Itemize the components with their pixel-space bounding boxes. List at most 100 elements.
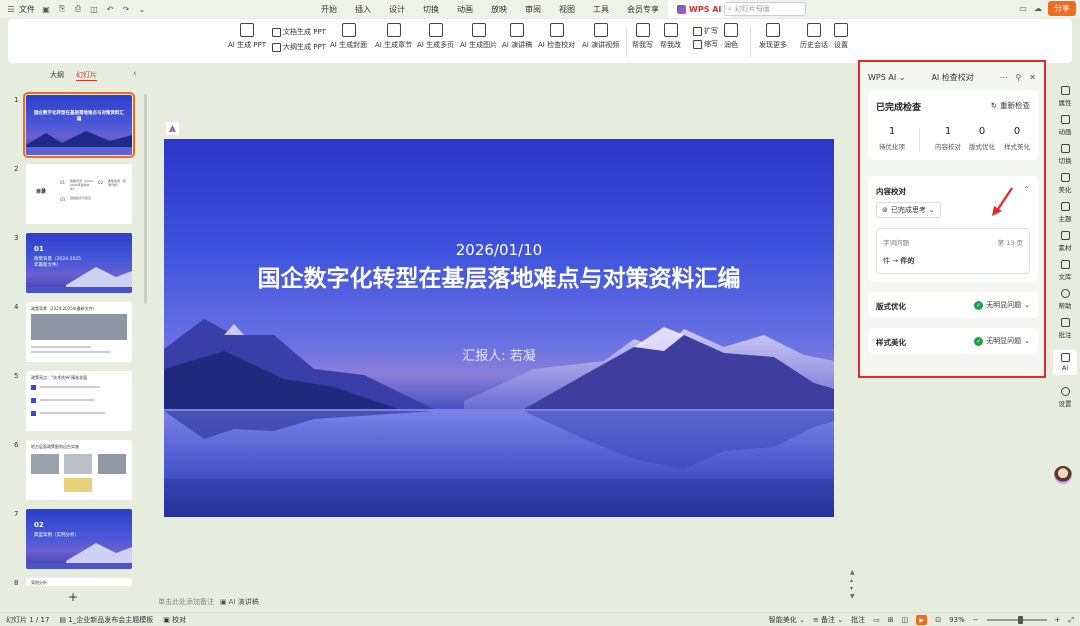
rewrite-for-me-button[interactable]: 帮我改 bbox=[660, 23, 681, 50]
ai-speech-button[interactable]: AI 演讲稿 bbox=[502, 23, 532, 50]
search-input[interactable]: ⌕ 幻灯片母版 bbox=[724, 2, 806, 16]
slide-thumbnail-3[interactable]: 01 政策背景（2024-2025年最新文件） bbox=[26, 233, 132, 293]
tab-slides[interactable]: 幻灯片 bbox=[76, 70, 97, 81]
ai-multipage-button[interactable]: AI 生成多页 bbox=[417, 23, 454, 50]
polish-button[interactable]: 润色 bbox=[724, 23, 738, 50]
zoom-in-icon[interactable]: + bbox=[1055, 616, 1061, 624]
scroll-arrows[interactable]: ▲ ▴ ▾ ▼ bbox=[850, 569, 855, 601]
pin-icon[interactable]: ⚲ bbox=[1015, 73, 1021, 82]
tab-design[interactable]: 设计 bbox=[380, 0, 414, 18]
outline-to-ppt-button[interactable]: 大纲生成 PPT bbox=[272, 42, 326, 52]
slide-thumbnail-5[interactable]: 政策亮点：“技术扶持”精准发展 bbox=[26, 371, 132, 431]
slide-title[interactable]: 国企数字化转型在基层落地难点与对策资料汇编 bbox=[224, 263, 774, 295]
slide-reporter[interactable]: 汇报人: 若凝 bbox=[164, 345, 834, 364]
ai-video-button[interactable]: AI 演讲视频 bbox=[582, 23, 619, 50]
zoom-slider[interactable] bbox=[986, 616, 1047, 624]
sidebar-item-theme[interactable]: 主题 bbox=[1050, 202, 1080, 223]
fullscreen-icon[interactable]: ⤢ bbox=[1068, 616, 1074, 625]
tab-insert[interactable]: 插入 bbox=[346, 0, 380, 18]
scrollbar[interactable] bbox=[144, 94, 147, 304]
export-icon[interactable]: ⎘ bbox=[57, 4, 67, 14]
shrink-button[interactable]: 缩写 bbox=[693, 39, 718, 49]
ai-chapter-button[interactable]: AI 生成章节 bbox=[375, 23, 412, 50]
recheck-button[interactable]: ↻ 重新检查 bbox=[991, 100, 1030, 111]
chevron-up-icon[interactable]: ⌃ bbox=[1023, 185, 1030, 194]
collapse-icon[interactable]: ‹ bbox=[133, 69, 137, 79]
discover-more-button[interactable]: 发现更多 bbox=[759, 23, 787, 50]
preview-icon[interactable]: ◫ bbox=[89, 4, 99, 14]
window-icon[interactable]: ▭ bbox=[1018, 4, 1028, 14]
thinking-dropdown[interactable]: ⊚ 已完成思考 ⌄ bbox=[876, 202, 941, 218]
sidebar-item-animation[interactable]: 动画 bbox=[1050, 115, 1080, 136]
tab-wps-ai[interactable]: WPS AI bbox=[668, 0, 731, 18]
ai-speech-note-button[interactable]: ▣ AI 演讲稿 bbox=[220, 597, 259, 607]
sidebar-item-library[interactable]: 文库 bbox=[1050, 260, 1080, 281]
play-slideshow-button[interactable]: ▶ bbox=[916, 615, 928, 625]
current-slide[interactable]: 2026/01/10 国企数字化转型在基层落地难点与对策资料汇编 汇报人: 若凝 bbox=[164, 139, 834, 517]
more-chevron-icon[interactable]: ⌄ bbox=[137, 4, 147, 14]
print-icon[interactable]: ⎙ bbox=[73, 4, 83, 14]
expand-button[interactable]: 扩写 bbox=[693, 26, 718, 36]
tab-view[interactable]: 视图 bbox=[550, 0, 584, 18]
tab-home[interactable]: 开始 bbox=[312, 0, 346, 18]
ai-generate-ppt-button[interactable]: AI 生成 PPT bbox=[228, 23, 266, 50]
slide-date[interactable]: 2026/01/10 bbox=[164, 241, 834, 259]
fit-window-icon[interactable]: ⊡ bbox=[935, 616, 941, 624]
issue-item[interactable]: 字词问题 第 13 页 件 → 件的 bbox=[876, 228, 1030, 274]
tab-tools[interactable]: 工具 bbox=[584, 0, 618, 18]
tab-member[interactable]: 会员专享 bbox=[618, 0, 668, 18]
file-menu[interactable]: ☰ 文件 bbox=[6, 4, 35, 15]
tab-animation[interactable]: 动画 bbox=[448, 0, 482, 18]
ai-image-button[interactable]: AI 生成图片 bbox=[460, 23, 497, 50]
sidebar-item-assets[interactable]: 素材 bbox=[1050, 231, 1080, 252]
slide-thumbnail-7[interactable]: 02 典型案例（实例分析） bbox=[26, 509, 132, 569]
smart-beautify-button[interactable]: 智能美化 ⌄ bbox=[769, 615, 805, 625]
sidebar-item-properties[interactable]: 属性 bbox=[1050, 86, 1080, 107]
comments-button[interactable]: 批注 bbox=[851, 615, 865, 625]
sidebar-item-settings[interactable]: 设置 bbox=[1050, 387, 1080, 408]
cloud-icon[interactable]: ☁ bbox=[1033, 4, 1043, 14]
slide-thumbnail-2[interactable]: 目录 01 政策背景（2024-2025年最新文件） 02 典型案例（实例分析）… bbox=[26, 164, 132, 224]
sorter-view-icon[interactable]: ⊞ bbox=[888, 616, 894, 624]
wps-ai-dropdown[interactable]: WPS AI ⌄ bbox=[868, 73, 905, 82]
tab-review[interactable]: 审阅 bbox=[516, 0, 550, 18]
history-button[interactable]: 历史会话 bbox=[800, 23, 828, 50]
sidebar-item-ai[interactable]: AI bbox=[1053, 350, 1077, 375]
ai-cover-button[interactable]: AI 生成封面 bbox=[330, 23, 367, 50]
undo-icon[interactable]: ↶ bbox=[105, 4, 115, 14]
proofread-status[interactable]: ▣ 校对 bbox=[163, 615, 186, 625]
sidebar-item-comments[interactable]: 批注 bbox=[1050, 318, 1080, 339]
file-name[interactable]: ▤ 1_企业新品发布会主题模板 bbox=[59, 615, 153, 625]
sidebar-item-help[interactable]: 帮助 bbox=[1050, 289, 1080, 310]
tab-outline[interactable]: 大纲 bbox=[50, 70, 64, 81]
more-icon[interactable]: ⋯ bbox=[999, 73, 1007, 82]
slide-thumbnail-1[interactable]: 国企数字化转型在基层落地难点与对策资料汇编 bbox=[23, 92, 135, 158]
settings-button[interactable]: 设置 bbox=[834, 23, 848, 50]
add-slide-button[interactable]: + bbox=[68, 590, 78, 604]
close-icon[interactable]: ✕ bbox=[1029, 73, 1036, 82]
tab-slideshow[interactable]: 放映 bbox=[482, 0, 516, 18]
save-icon[interactable]: ▣ bbox=[41, 4, 51, 14]
normal-view-icon[interactable]: ▭ bbox=[873, 616, 880, 624]
zoom-level[interactable]: 93% bbox=[949, 616, 965, 624]
reading-view-icon[interactable]: ◫ bbox=[902, 616, 909, 624]
doc-to-ppt-button[interactable]: 文档生成 PPT bbox=[272, 27, 326, 37]
slide-thumbnail-8[interactable]: 案例分析 bbox=[26, 578, 132, 586]
ai-proofread-button[interactable]: AI 检查校对 bbox=[538, 23, 575, 50]
layout-check-card[interactable]: 版式优化 ✓ 无明显问题 ⌄ bbox=[868, 292, 1038, 318]
redo-icon[interactable]: ↷ bbox=[121, 4, 131, 14]
sidebar-item-transition[interactable]: 切换 bbox=[1050, 144, 1080, 165]
style-check-card[interactable]: 样式美化 ✓ 无明显问题 ⌄ bbox=[868, 328, 1038, 354]
slide-thumbnail-6[interactable]: 地方层面政策细则出台实施 bbox=[26, 440, 132, 500]
share-button[interactable]: 分享 bbox=[1048, 1, 1076, 16]
notes-button[interactable]: ≡ 备注 ⌄ bbox=[813, 615, 843, 625]
zoom-slider-knob[interactable] bbox=[1017, 616, 1023, 624]
assistant-avatar[interactable] bbox=[1054, 466, 1072, 484]
slide-thumbnail-4[interactable]: 政策背景（2024-2025年最新文件） bbox=[26, 302, 132, 362]
write-for-me-button[interactable]: 帮我写 bbox=[632, 23, 653, 50]
sidebar-item-beautify[interactable]: 美化 bbox=[1050, 173, 1080, 194]
tab-transition[interactable]: 切换 bbox=[414, 0, 448, 18]
wps-ai-badge-icon[interactable] bbox=[166, 122, 179, 135]
zoom-out-icon[interactable]: − bbox=[973, 616, 979, 624]
notes-input[interactable]: 单击此处添加备注 bbox=[158, 597, 214, 607]
